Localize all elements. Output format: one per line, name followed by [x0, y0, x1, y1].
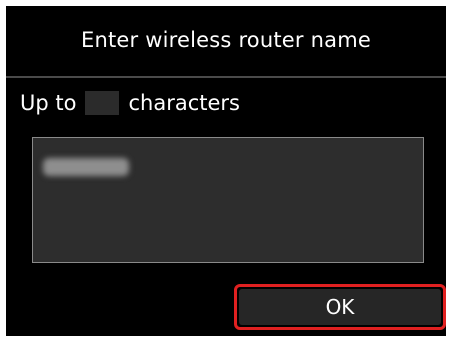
router-name-value-redacted — [43, 158, 129, 176]
screen-title: Enter wireless router name — [6, 6, 446, 74]
printer-display: Enter wireless router name Up to charact… — [6, 6, 446, 336]
screen-title-text: Enter wireless router name — [80, 28, 371, 52]
character-limit-hint: Up to characters — [20, 86, 240, 120]
ok-button-label: OK — [325, 295, 355, 319]
ok-button-face: OK — [239, 289, 441, 325]
ok-button[interactable]: OK — [234, 284, 446, 330]
router-name-field[interactable] — [32, 137, 424, 263]
hint-prefix: Up to — [20, 91, 77, 115]
character-count-redacted — [85, 91, 120, 115]
title-divider — [6, 76, 446, 78]
hint-suffix: characters — [128, 91, 240, 115]
